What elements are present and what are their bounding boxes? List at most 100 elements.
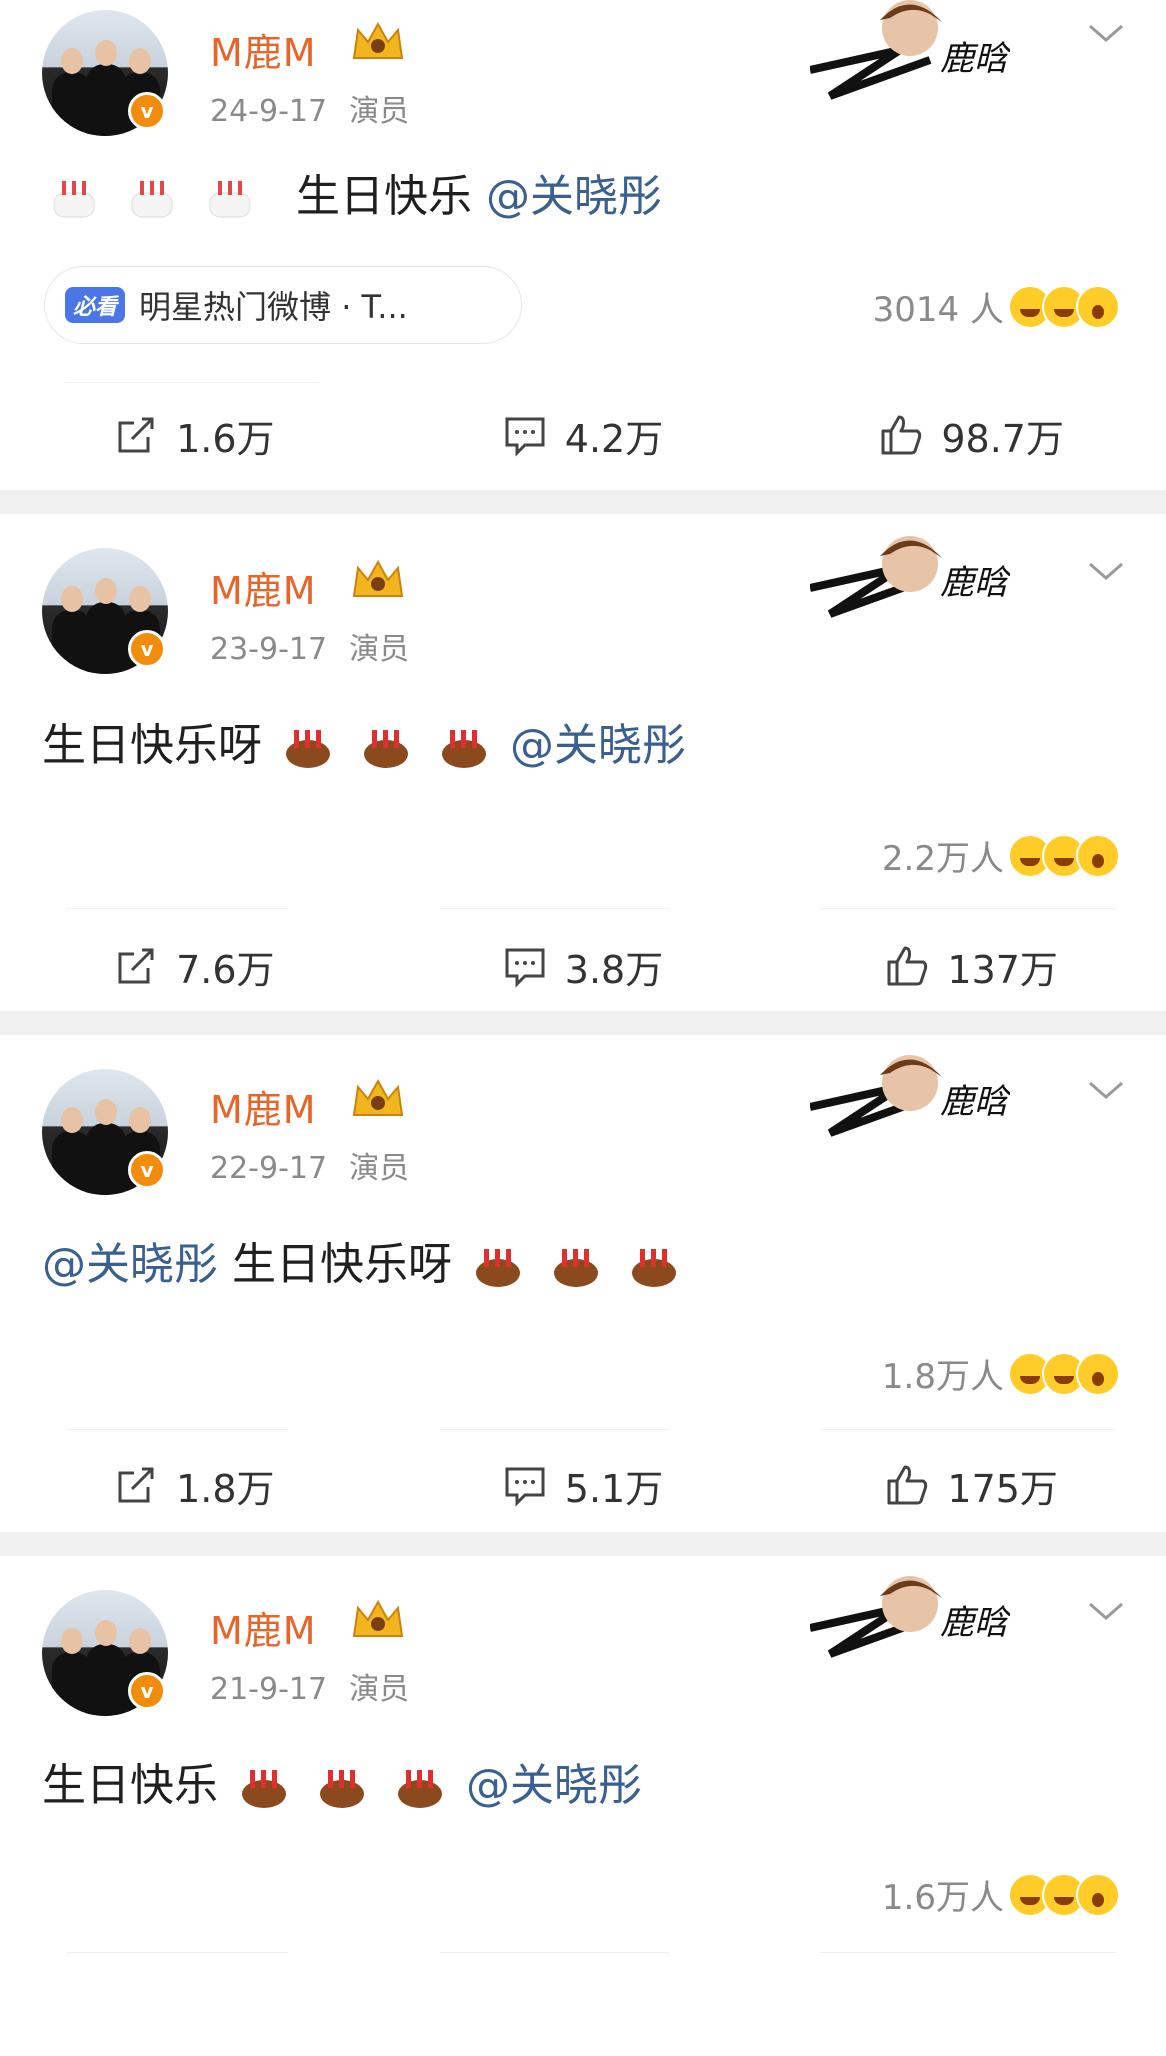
comment-icon: [505, 1467, 545, 1507]
divider: [440, 1952, 670, 1953]
post-text-content: 生日快乐呀: [232, 1239, 452, 1290]
post-text: 生日快乐 @关晓彤: [42, 1754, 642, 1816]
user-role: 演员: [349, 94, 410, 129]
hot-topic-chip[interactable]: 必看 明星热门微博 · T...: [44, 266, 522, 344]
mention-link[interactable]: @关晓彤: [486, 171, 662, 222]
repost-button[interactable]: 1.8万: [0, 1445, 389, 1525]
post-meta: 23-9-17 演员: [210, 624, 409, 668]
post-separator: [0, 1011, 1166, 1035]
user-role: 演员: [349, 1672, 410, 1707]
comment-count: 4.2万: [564, 416, 664, 461]
surprised-emoji-icon: [1076, 833, 1120, 878]
chevron-down-icon[interactable]: [1086, 20, 1126, 46]
comment-button[interactable]: 4.2万: [389, 395, 778, 475]
post-meta: 22-9-17 演员: [210, 1143, 409, 1187]
profile-sticker: 鹿晗: [810, 0, 1010, 100]
repost-icon: [118, 1467, 154, 1503]
reaction-count: 1.6万人: [881, 1878, 1004, 1918]
post-date: 23-9-17: [210, 632, 328, 667]
chevron-down-icon[interactable]: [1086, 558, 1126, 584]
comment-button[interactable]: 5.1万: [389, 1445, 778, 1525]
verified-badge-icon: v: [128, 1672, 166, 1710]
action-bar: 7.6万 3.8万 137万: [0, 926, 1166, 1006]
weibo-feed: v M鹿M 24-9-17 演员 鹿晗 生日快乐 @关晓彤 必看 明星热门微博 ·…: [0, 0, 1166, 2056]
divider: [440, 1429, 670, 1430]
surprised-emoji-icon: [1076, 284, 1120, 329]
mention-link[interactable]: @关晓彤: [510, 720, 686, 771]
svg-text:鹿晗: 鹿晗: [940, 39, 1010, 79]
birthday-cake-icon: [131, 181, 173, 218]
like-count: 175万: [947, 1466, 1058, 1511]
reaction-summary[interactable]: 1.6万人: [882, 1870, 1120, 1919]
repost-icon: [118, 417, 154, 453]
birthday-cake-icon: [476, 1249, 520, 1287]
verified-badge-icon: v: [128, 630, 166, 668]
post-text-content: 生日快乐: [296, 171, 472, 222]
comment-button[interactable]: 3.8万: [389, 926, 778, 1006]
reaction-summary[interactable]: 2.2万人: [882, 831, 1120, 880]
like-button[interactable]: 137万: [777, 926, 1166, 1006]
reaction-summary[interactable]: 1.8万人: [882, 1349, 1120, 1398]
post-separator: [0, 490, 1166, 514]
post-text-content: 生日快乐呀: [42, 720, 262, 771]
like-button[interactable]: 175万: [777, 1445, 1166, 1525]
reaction-summary[interactable]: 3014 人: [873, 282, 1120, 331]
username[interactable]: M鹿M: [210, 1600, 317, 1655]
username[interactable]: M鹿M: [210, 22, 317, 77]
mention-link[interactable]: @关晓彤: [466, 1760, 642, 1811]
divider: [820, 908, 1116, 909]
username[interactable]: M鹿M: [210, 1079, 317, 1134]
post-date: 21-9-17: [210, 1672, 328, 1707]
user-role: 演员: [349, 632, 410, 667]
repost-button[interactable]: 7.6万: [0, 926, 389, 1006]
svg-text:鹿晗: 鹿晗: [940, 563, 1010, 603]
repost-icon: [118, 948, 154, 984]
verified-badge-icon: v: [128, 92, 166, 130]
hot-topic-label: 明星热门微博 · T...: [139, 288, 408, 326]
reaction-count: 3014 人: [872, 290, 1004, 330]
thumbs-up-icon: [887, 1465, 928, 1505]
svg-text:鹿晗: 鹿晗: [940, 1603, 1010, 1643]
post-card: v M鹿M 22-9-17 演员 鹿晗 @关晓彤 生日快乐呀 1.8万人 1.8万: [0, 1035, 1166, 1532]
post-card: v M鹿M 23-9-17 演员 鹿晗 生日快乐呀 @关晓彤 2.2万人 7.6万: [0, 514, 1166, 1011]
reaction-count: 2.2万人: [881, 839, 1004, 879]
birthday-cake-icon: [320, 1770, 364, 1808]
username[interactable]: M鹿M: [210, 560, 317, 615]
surprised-emoji-icon: [1076, 1351, 1120, 1396]
divider: [66, 382, 318, 383]
divider: [440, 908, 670, 909]
repost-count: 7.6万: [176, 947, 275, 992]
birthday-cake-icon: [554, 1249, 598, 1287]
divider: [66, 1429, 288, 1430]
like-button[interactable]: 98.7万: [777, 395, 1166, 475]
chevron-down-icon[interactable]: [1086, 1077, 1126, 1103]
crown-icon: [352, 1599, 404, 1637]
svg-text:鹿晗: 鹿晗: [940, 1082, 1010, 1122]
birthday-cake-icon: [442, 730, 486, 768]
birthday-cake-icon: [364, 730, 408, 768]
profile-sticker: 鹿晗: [810, 1055, 1010, 1137]
post-date: 24-9-17: [210, 94, 328, 129]
divider: [820, 1952, 1116, 1953]
divider: [66, 908, 288, 909]
birthday-cake-icon: [53, 181, 95, 218]
hot-tag-badge: 必看: [65, 287, 126, 323]
post-text: 生日快乐呀 @关晓彤: [42, 714, 686, 776]
post-text: 生日快乐 @关晓彤: [42, 165, 662, 227]
thumbs-up-icon: [887, 946, 928, 986]
verified-badge-icon: v: [128, 1151, 166, 1189]
like-count: 137万: [947, 947, 1058, 992]
repost-button[interactable]: 1.6万: [0, 395, 389, 475]
surprised-emoji-icon: [1076, 1872, 1120, 1917]
post-card: v M鹿M 24-9-17 演员 鹿晗 生日快乐 @关晓彤 必看 明星热门微博 ·…: [0, 0, 1166, 490]
comment-icon: [505, 948, 545, 988]
reaction-count: 1.8万人: [881, 1357, 1004, 1397]
mention-link[interactable]: @关晓彤: [42, 1239, 218, 1290]
like-count: 98.7万: [941, 416, 1064, 461]
comment-icon: [505, 417, 545, 457]
birthday-cake-icon: [632, 1249, 676, 1287]
comment-count: 3.8万: [564, 947, 664, 992]
crown-icon: [352, 559, 404, 597]
chevron-down-icon[interactable]: [1086, 1598, 1126, 1624]
profile-sticker: 鹿晗: [810, 536, 1010, 618]
